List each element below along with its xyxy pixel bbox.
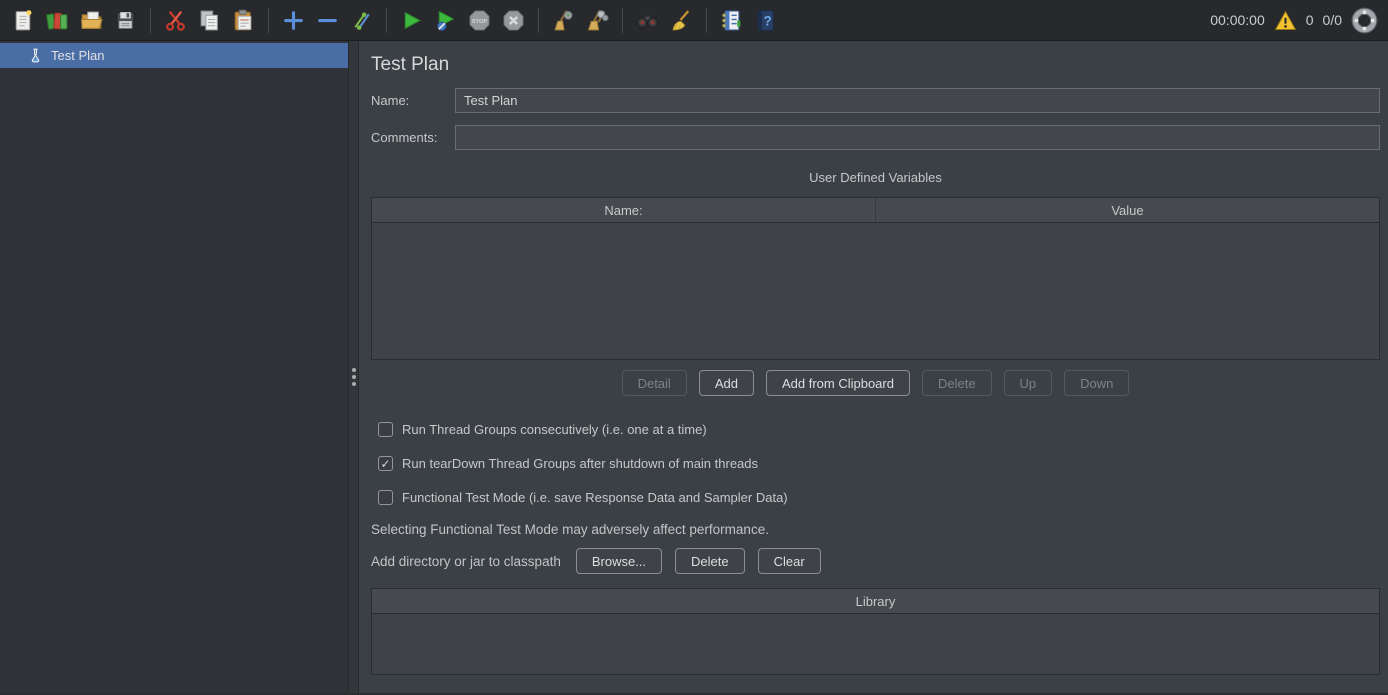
collapse-all-icon[interactable] <box>312 5 343 36</box>
delete-row-button[interactable]: Delete <box>922 370 992 396</box>
functional-mode-note: Selecting Functional Test Mode may adver… <box>371 522 1380 537</box>
library-table-header: Library <box>372 589 1379 614</box>
toolbar-separator <box>538 8 539 33</box>
name-label: Name: <box>371 93 455 108</box>
toolbar-separator <box>622 8 623 33</box>
cut-icon[interactable] <box>160 5 191 36</box>
toolbar-separator <box>706 8 707 33</box>
search-icon[interactable] <box>632 5 663 36</box>
shutdown-icon[interactable] <box>498 5 529 36</box>
comments-label: Comments: <box>371 130 455 145</box>
paste-icon[interactable] <box>228 5 259 36</box>
stop-icon[interactable]: STOP <box>464 5 495 36</box>
udv-title: User Defined Variables <box>371 170 1380 185</box>
page-title: Test Plan <box>371 54 1380 76</box>
start-icon[interactable] <box>396 5 427 36</box>
templates-icon[interactable] <box>42 5 73 36</box>
elapsed-timer: 00:00:00 <box>1210 12 1265 28</box>
toolbar: STOP ? 00:00:00 <box>0 0 1388 41</box>
udv-buttons: Detail Add Add from Clipboard Delete Up … <box>371 370 1380 396</box>
add-button[interactable]: Add <box>699 370 754 396</box>
udv-table-body[interactable] <box>372 223 1379 359</box>
functional-mode-option: Functional Test Mode (i.e. save Response… <box>378 490 1380 505</box>
classpath-label: Add directory or jar to classpath <box>371 554 561 569</box>
tree-item-test-plan[interactable]: Test Plan <box>0 43 348 68</box>
name-input[interactable] <box>455 88 1380 113</box>
start-no-timers-icon[interactable] <box>430 5 461 36</box>
down-button[interactable]: Down <box>1064 370 1129 396</box>
checkmark: ✓ <box>380 458 390 470</box>
browse-button[interactable]: Browse... <box>576 548 662 574</box>
new-file-icon[interactable] <box>8 5 39 36</box>
tree-item-label: Test Plan <box>51 48 104 63</box>
teardown-label: Run tearDown Thread Groups after shutdow… <box>402 456 758 471</box>
teardown-option: ✓ Run tearDown Thread Groups after shutd… <box>378 456 1380 471</box>
content-area: Test Plan Test Plan Name: Comments: User… <box>0 41 1388 693</box>
udv-table-header: Name: Value <box>372 198 1379 223</box>
save-icon[interactable] <box>110 5 141 36</box>
delete-jar-button[interactable]: Delete <box>675 548 745 574</box>
warning-triangle-icon[interactable] <box>1274 10 1297 31</box>
detail-button[interactable]: Detail <box>622 370 687 396</box>
teardown-checkbox[interactable]: ✓ <box>378 456 393 471</box>
run-consecutive-label: Run Thread Groups consecutively (i.e. on… <box>402 422 707 437</box>
run-options: Run Thread Groups consecutively (i.e. on… <box>371 422 1380 505</box>
open-file-icon[interactable] <box>76 5 107 36</box>
svg-text:STOP: STOP <box>472 18 487 24</box>
toolbar-status: 00:00:00 0 0/0 <box>1210 7 1380 34</box>
clear-jars-button[interactable]: Clear <box>758 548 821 574</box>
function-helper-icon[interactable] <box>716 5 747 36</box>
toolbar-separator <box>386 8 387 33</box>
clear-icon[interactable] <box>548 5 579 36</box>
test-plan-tree: Test Plan <box>0 41 348 693</box>
comments-input[interactable] <box>455 125 1380 150</box>
library-column-header[interactable]: Library <box>372 589 1379 613</box>
test-plan-panel: Test Plan Name: Comments: User Defined V… <box>359 41 1388 693</box>
toolbar-separator <box>268 8 269 33</box>
toggle-icon[interactable] <box>346 5 377 36</box>
reset-search-icon[interactable] <box>666 5 697 36</box>
udv-column-value[interactable]: Value <box>875 198 1379 222</box>
udv-table: Name: Value <box>371 197 1380 360</box>
add-from-clipboard-button[interactable]: Add from Clipboard <box>766 370 910 396</box>
toolbar-separator <box>150 8 151 33</box>
library-table-body[interactable] <box>372 614 1379 674</box>
functional-mode-checkbox[interactable] <box>378 490 393 505</box>
lifebuoy-icon <box>1351 7 1378 34</box>
functional-mode-label: Functional Test Mode (i.e. save Response… <box>402 490 788 505</box>
active-thread-count: 0/0 <box>1323 12 1342 28</box>
jmeter-window: STOP ? 00:00:00 <box>0 0 1388 695</box>
run-consecutive-option: Run Thread Groups consecutively (i.e. on… <box>378 422 1380 437</box>
panel-splitter[interactable] <box>348 41 359 693</box>
log-warning-count: 0 <box>1306 12 1314 28</box>
run-consecutive-checkbox[interactable] <box>378 422 393 437</box>
up-button[interactable]: Up <box>1004 370 1053 396</box>
classpath-controls: Add directory or jar to classpath Browse… <box>371 548 1380 574</box>
help-icon[interactable]: ? <box>750 5 781 36</box>
test-plan-flask-icon <box>28 48 43 63</box>
splitter-grip-icon <box>352 368 356 372</box>
expand-all-icon[interactable] <box>278 5 309 36</box>
svg-text:?: ? <box>763 13 771 28</box>
clear-all-icon[interactable] <box>582 5 613 36</box>
library-table: Library <box>371 588 1380 675</box>
udv-column-name[interactable]: Name: <box>372 198 875 222</box>
copy-icon[interactable] <box>194 5 225 36</box>
